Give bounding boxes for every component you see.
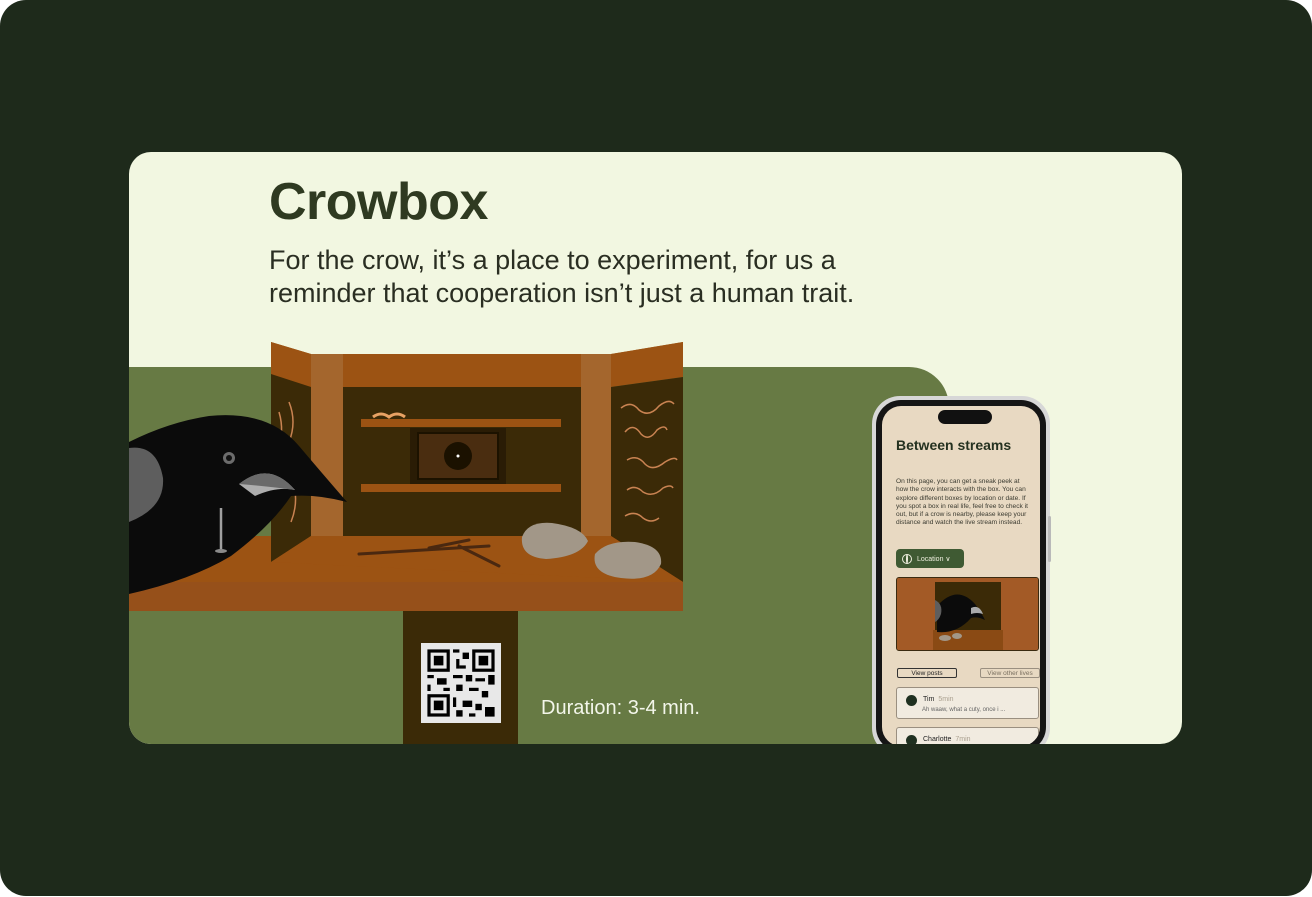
stream-thumbnail [897,578,1038,650]
post-author: Charlotte [923,736,952,743]
phone-side-button [1048,516,1051,562]
shelf-bottom [361,484,561,492]
avatar [906,695,917,706]
phone-notch [938,410,992,424]
live-stream-preview[interactable] [896,577,1039,651]
crowbox-card: Crowbox For the crow, it’s a place to ex… [129,152,1182,744]
post-time: 5min [938,696,954,703]
post-author: Tim [923,696,935,703]
post-item[interactable]: Charlotte 7min [896,727,1039,744]
phone-bezel: Between streams On this page, you can ge… [876,400,1046,744]
location-button-label: Location ∨ [917,555,951,563]
phone-mockup: Between streams On this page, you can ge… [872,396,1051,744]
phone-screen: Between streams On this page, you can ge… [882,406,1040,744]
tab-view-other-lives[interactable]: View other lives [980,668,1040,678]
duration-label: Duration: 3-4 min. [541,697,700,719]
qr-code-graphic [421,643,501,723]
location-dropdown-button[interactable]: Location ∨ [896,549,964,568]
globe-icon [902,553,912,564]
phone-title: Between streams [896,437,1012,453]
avatar [906,735,917,744]
qr-code[interactable] [421,643,501,723]
pillar-right [581,354,611,536]
post-text: Ah waaw, what a cuty, once i ... [922,707,1006,713]
post-time: 7min [955,736,971,743]
phone-description: On this page, you can get a sneak peek a… [896,478,1028,527]
pillar-left [311,354,343,536]
post-item[interactable]: Tim 5min Ah waaw, what a cuty, once i ... [896,687,1039,719]
table-front [129,582,683,611]
presentation-frame: Crowbox For the crow, it’s a place to ex… [0,0,1312,896]
tab-view-posts[interactable]: View posts [897,668,957,678]
shelf-top [361,419,561,427]
stone-2 [594,541,662,579]
